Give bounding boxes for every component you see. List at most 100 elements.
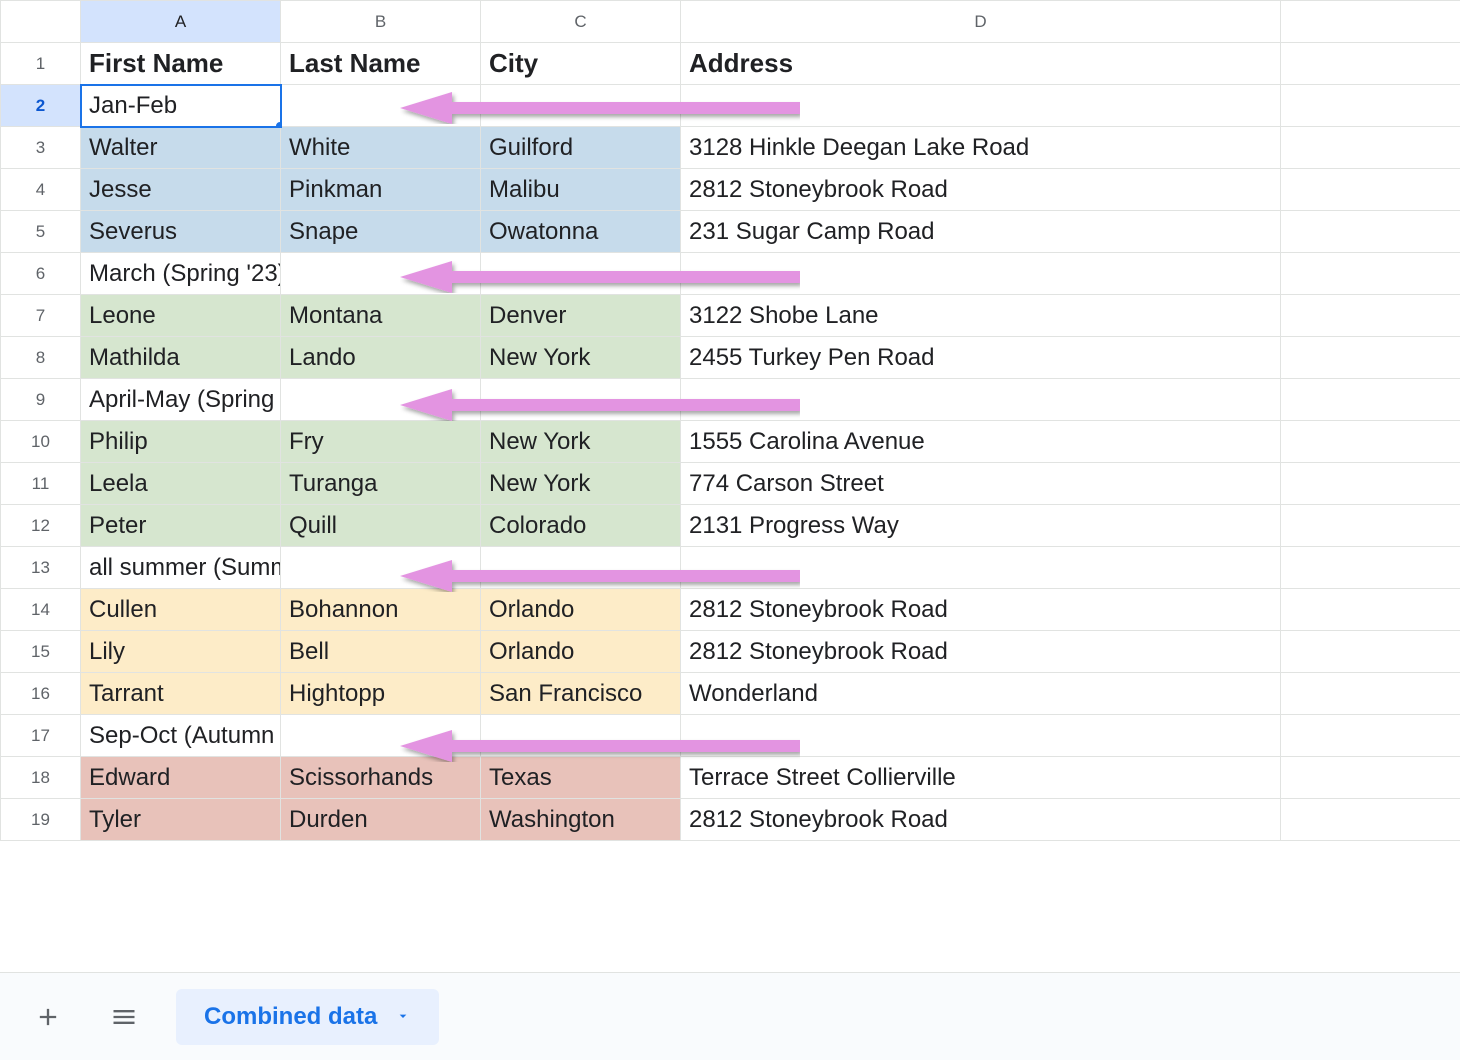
all-sheets-button[interactable] [100,993,148,1041]
cell[interactable]: Orlando [481,589,681,631]
cell[interactable] [481,379,681,421]
cell[interactable]: Mathilda [81,337,281,379]
cell[interactable]: Colorado [481,505,681,547]
row-header[interactable]: 12 [1,505,81,547]
table-row[interactable]: 11 Leela Turanga New York 774 Carson Str… [1,463,1460,505]
cell[interactable]: San Francisco [481,673,681,715]
table-row[interactable]: 13 all summer (Summer '23) [1,547,1460,589]
cell[interactable] [681,85,1281,127]
cell[interactable]: Denver [481,295,681,337]
cell[interactable]: Walter [81,127,281,169]
cell[interactable]: March (Spring '23) [81,253,281,295]
cell[interactable]: Bohannon [281,589,481,631]
cell[interactable]: Jesse [81,169,281,211]
table-row[interactable]: 2 Jan-Feb [1,85,1460,127]
cell[interactable]: Tarrant [81,673,281,715]
cell[interactable]: Philip [81,421,281,463]
cell[interactable] [1281,505,1460,547]
cell[interactable]: Lily [81,631,281,673]
cell[interactable]: Lando [281,337,481,379]
cell[interactable] [1281,379,1460,421]
cell[interactable] [281,379,481,421]
cell[interactable] [1281,211,1460,253]
cell[interactable]: Scissorhands [281,757,481,799]
cell[interactable] [1281,85,1460,127]
table-row[interactable]: 17 Sep-Oct (Autumn '23) [1,715,1460,757]
cell[interactable]: 2812 Stoneybrook Road [681,799,1281,841]
row-header[interactable]: 8 [1,337,81,379]
row-header[interactable]: 1 [1,43,81,85]
table-row[interactable]: 4 Jesse Pinkman Malibu 2812 Stoneybrook … [1,169,1460,211]
cell[interactable] [1281,589,1460,631]
column-header-empty[interactable] [1281,1,1460,43]
add-sheet-button[interactable] [24,993,72,1041]
row-header[interactable]: 15 [1,631,81,673]
table-row[interactable]: 6 March (Spring '23) [1,253,1460,295]
cell[interactable] [281,547,481,589]
cell[interactable] [1281,337,1460,379]
cell[interactable] [1281,631,1460,673]
cell[interactable] [1281,295,1460,337]
cell[interactable] [281,715,481,757]
table-row[interactable]: 18 Edward Scissorhands Texas Terrace Str… [1,757,1460,799]
table-row[interactable]: 9 April-May (Spring '23) [1,379,1460,421]
cell[interactable]: Montana [281,295,481,337]
cell[interactable]: First Name [81,43,281,85]
column-header-D[interactable]: D [681,1,1281,43]
column-header-A[interactable]: A [81,1,281,43]
cell[interactable]: Malibu [481,169,681,211]
cell[interactable]: White [281,127,481,169]
cell[interactable]: New York [481,463,681,505]
cell[interactable] [1281,43,1460,85]
cell[interactable]: Address [681,43,1281,85]
table-row[interactable]: 19 Tyler Durden Washington 2812 Stoneybr… [1,799,1460,841]
cell[interactable] [1281,169,1460,211]
cell[interactable]: Durden [281,799,481,841]
row-header[interactable]: 6 [1,253,81,295]
cell[interactable]: 231 Sugar Camp Road [681,211,1281,253]
row-header[interactable]: 2 [1,85,81,127]
row-header[interactable]: 18 [1,757,81,799]
cell[interactable] [1281,253,1460,295]
spreadsheet-grid[interactable]: A B C D 1 First Name Last Name City Addr… [0,0,1460,841]
cell[interactable]: Pinkman [281,169,481,211]
cell[interactable] [481,715,681,757]
table-row[interactable]: 10 Philip Fry New York 1555 Carolina Ave… [1,421,1460,463]
cell[interactable]: Edward [81,757,281,799]
cell[interactable] [681,253,1281,295]
cell[interactable] [681,547,1281,589]
table-row[interactable]: 16 Tarrant Hightopp San Francisco Wonder… [1,673,1460,715]
cell[interactable] [1281,463,1460,505]
cell[interactable]: Severus [81,211,281,253]
row-header[interactable]: 9 [1,379,81,421]
cell[interactable]: City [481,43,681,85]
cell[interactable]: Terrace Street Collierville [681,757,1281,799]
row-header[interactable]: 16 [1,673,81,715]
selection-handle[interactable] [275,121,281,127]
cell[interactable]: 2455 Turkey Pen Road [681,337,1281,379]
cell-selected[interactable]: Jan-Feb [81,85,281,127]
cell[interactable]: Sep-Oct (Autumn '23) [81,715,281,757]
cell[interactable]: New York [481,421,681,463]
cell[interactable] [1281,127,1460,169]
cell[interactable]: Leone [81,295,281,337]
table-row[interactable]: 3 Walter White Guilford 3128 Hinkle Deeg… [1,127,1460,169]
cell[interactable]: April-May (Spring '23) [81,379,281,421]
cell[interactable] [1281,799,1460,841]
cell[interactable] [281,85,481,127]
cell[interactable]: Turanga [281,463,481,505]
select-all-corner[interactable] [1,1,81,43]
cell[interactable]: all summer (Summer '23) [81,547,281,589]
cell[interactable] [681,379,1281,421]
row-header[interactable]: 7 [1,295,81,337]
cell[interactable]: 774 Carson Street [681,463,1281,505]
row-header[interactable]: 11 [1,463,81,505]
cell[interactable]: Snape [281,211,481,253]
table-row[interactable]: 8 Mathilda Lando New York 2455 Turkey Pe… [1,337,1460,379]
cell[interactable] [1281,715,1460,757]
cell[interactable] [481,85,681,127]
row-header[interactable]: 10 [1,421,81,463]
cell[interactable]: Guilford [481,127,681,169]
column-header-B[interactable]: B [281,1,481,43]
cell[interactable]: Cullen [81,589,281,631]
